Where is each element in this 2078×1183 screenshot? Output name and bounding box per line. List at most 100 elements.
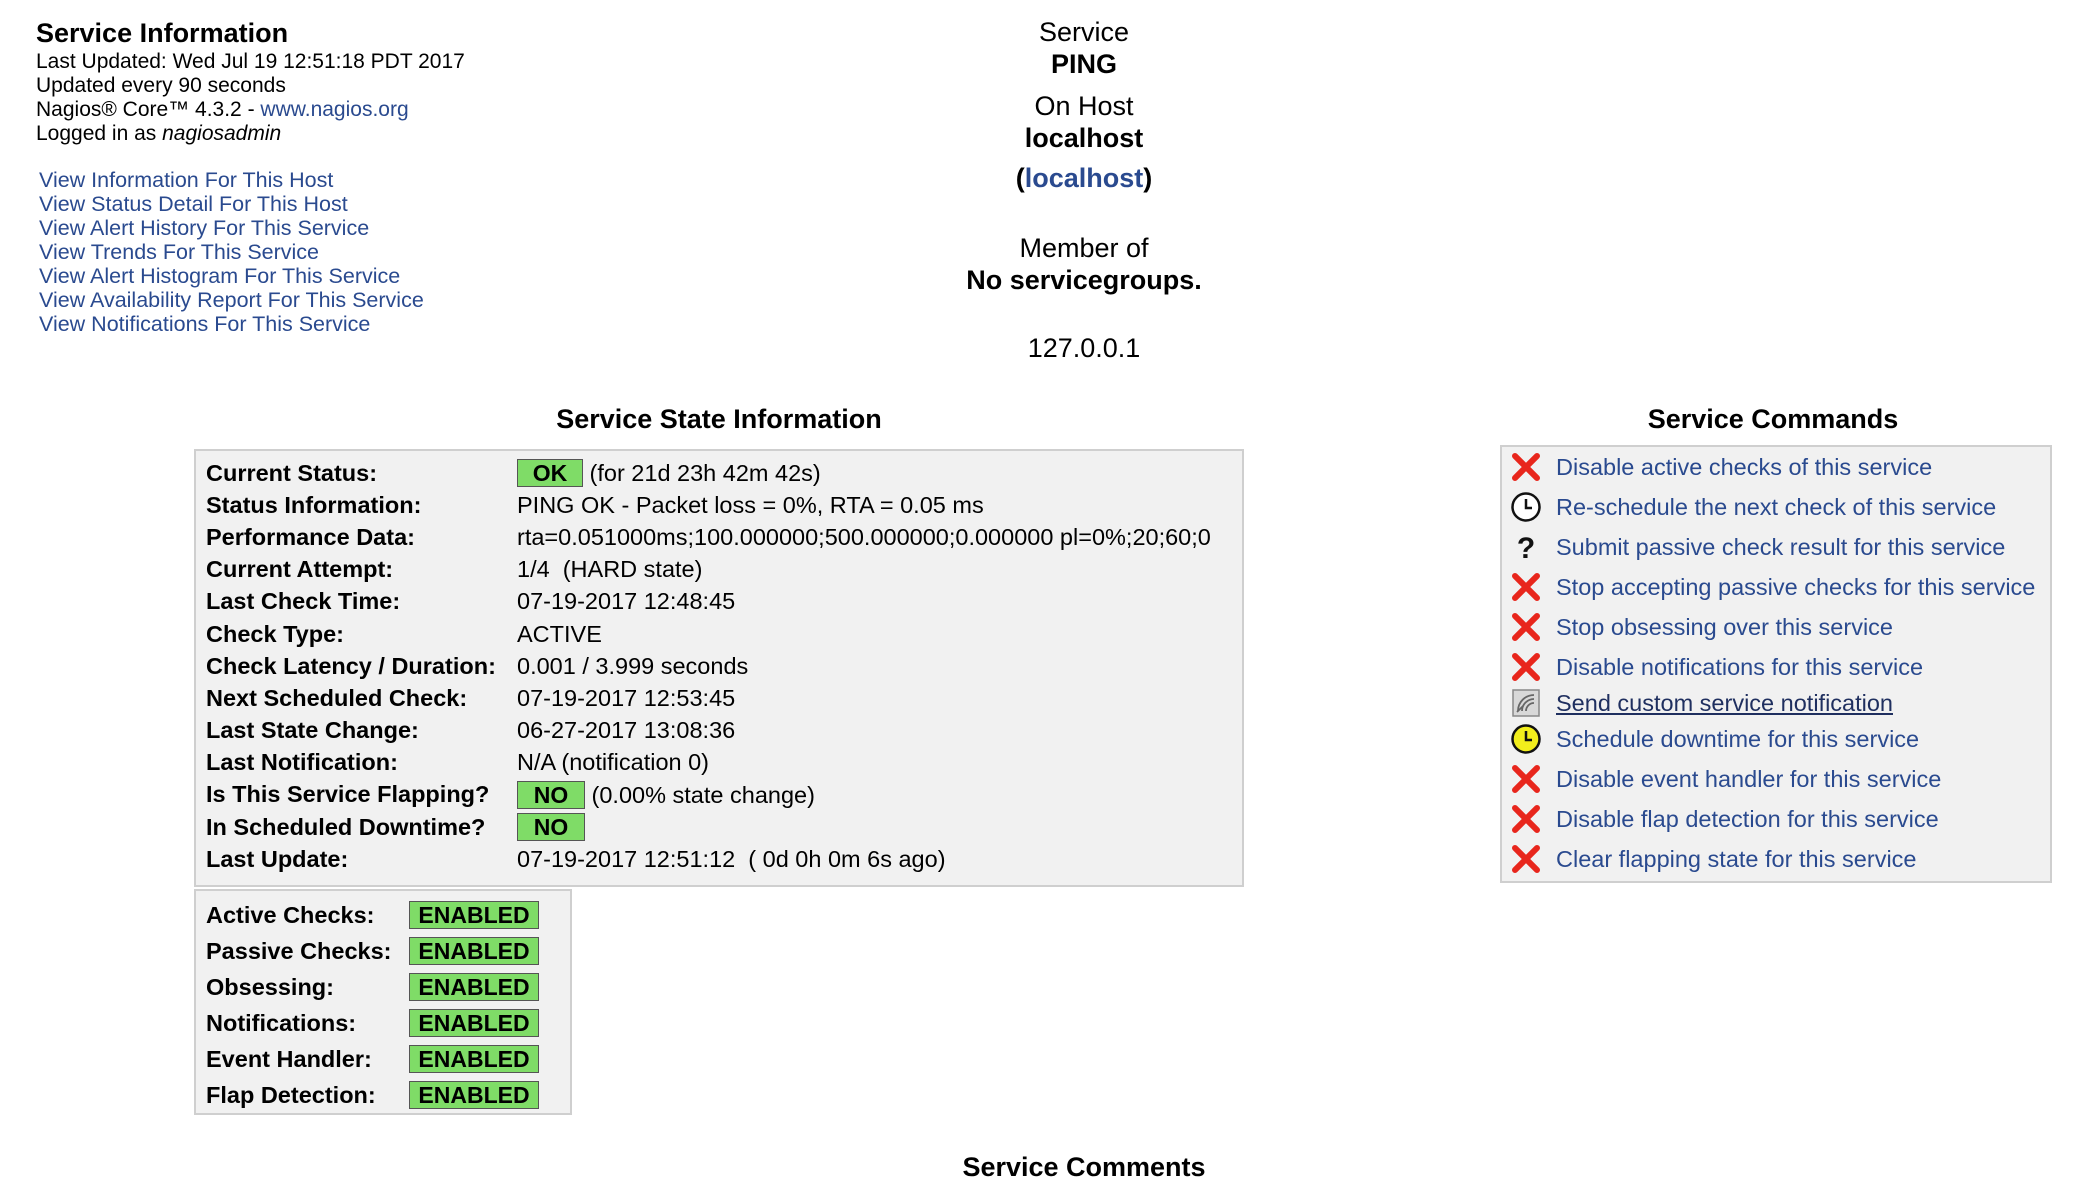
table-row: Obsessing: ENABLED bbox=[206, 969, 539, 1005]
reschedule-check-link[interactable]: Re-schedule the next check of this servi… bbox=[1556, 494, 1996, 521]
status-badge: OK bbox=[517, 459, 583, 488]
stop-obsessing-link[interactable]: Stop obsessing over this service bbox=[1556, 614, 1893, 641]
command-row[interactable]: ? Submit passive check result for this s… bbox=[1502, 527, 2050, 567]
host-label: On Host bbox=[1034, 91, 1134, 121]
row-value: NO (0.00% state change) bbox=[517, 779, 1211, 811]
row-key: Last State Change: bbox=[206, 717, 419, 744]
table-row: Status Information: PING OK - Packet loss… bbox=[206, 489, 1211, 521]
command-row[interactable]: Re-schedule the next check of this servi… bbox=[1502, 487, 2050, 527]
red-x-icon bbox=[1508, 649, 1544, 685]
flapping-change: (0.00% state change) bbox=[591, 781, 815, 808]
table-row: Passive Checks: ENABLED bbox=[206, 933, 539, 969]
row-key: Current Attempt: bbox=[206, 556, 394, 583]
red-x-icon bbox=[1508, 449, 1544, 485]
row-key: Is This Service Flapping? bbox=[206, 781, 490, 808]
row-key: Check Type: bbox=[206, 620, 344, 647]
table-row: Active Checks: ENABLED bbox=[206, 897, 539, 933]
svg-text:?: ? bbox=[1517, 532, 1535, 562]
row-value: rta=0.051000ms;100.000000;500.000000;0.0… bbox=[517, 523, 1211, 550]
command-row[interactable]: Disable notifications for this service bbox=[1502, 647, 2050, 687]
red-x-icon bbox=[1508, 569, 1544, 605]
disable-active-checks-link[interactable]: Disable active checks of this service bbox=[1556, 454, 1932, 481]
state-info-title: Service State Information bbox=[556, 404, 882, 434]
status-duration: (for 21d 23h 42m 42s) bbox=[589, 460, 821, 487]
service-label: Service bbox=[1038, 17, 1130, 47]
service-commands-panel: Disable active checks of this service Re… bbox=[1500, 445, 2052, 883]
row-key: In Scheduled Downtime? bbox=[206, 813, 486, 840]
row-key: Next Scheduled Check: bbox=[206, 684, 468, 711]
row-value: 06-27-2017 13:08:36 bbox=[517, 717, 736, 744]
table-row: Last Update: 07-19-2017 12:51:12 ( 0d 0h … bbox=[206, 843, 1211, 875]
flag-badge: ENABLED bbox=[409, 1081, 539, 1109]
clear-flapping-state-link[interactable]: Clear flapping state for this service bbox=[1556, 846, 1917, 873]
command-row[interactable]: Disable active checks of this service bbox=[1502, 447, 2050, 487]
state-info-table: Current Status: OK (for 21d 23h 42m 42s) … bbox=[194, 449, 1244, 887]
stop-passive-checks-link[interactable]: Stop accepting passive checks for this s… bbox=[1556, 574, 2035, 601]
row-value: 07-19-2017 12:48:45 bbox=[517, 588, 736, 615]
table-row: Check Latency / Duration: 0.001 / 3.999 s… bbox=[206, 650, 1211, 682]
row-value: NO bbox=[517, 811, 1211, 843]
flag-badge: ENABLED bbox=[409, 1045, 539, 1073]
command-row[interactable]: Schedule downtime for this service bbox=[1502, 719, 2050, 759]
row-value: 07-19-2017 12:53:45 bbox=[517, 684, 736, 711]
flapping-badge: NO bbox=[517, 780, 585, 809]
row-value: PING OK - Packet loss = 0%, RTA = 0.05 m… bbox=[517, 491, 984, 518]
table-row: Is This Service Flapping? NO (0.00% state… bbox=[206, 779, 1211, 811]
flag-key: Flap Detection: bbox=[206, 1081, 376, 1108]
send-custom-notification-link[interactable]: Send custom service notification bbox=[1556, 690, 1893, 717]
command-row[interactable]: Disable event handler for this service bbox=[1502, 759, 2050, 799]
feature-flags-table: Active Checks: ENABLED Passive Checks: ENA… bbox=[194, 889, 572, 1115]
flag-badge: ENABLED bbox=[409, 1009, 539, 1037]
table-row: Check Type: ACTIVE bbox=[206, 618, 1211, 650]
row-key: Current Status: bbox=[206, 459, 378, 486]
row-key: Last Notification: bbox=[206, 749, 398, 776]
flag-key: Passive Checks: bbox=[206, 937, 392, 964]
submit-passive-result-link[interactable]: Submit passive check result for this ser… bbox=[1556, 534, 2005, 561]
table-row: Last Notification: N/A (notification 0) bbox=[206, 747, 1211, 779]
table-row: Performance Data: rta=0.051000ms;100.0000… bbox=[206, 521, 1211, 553]
member-value: No servicegroups. bbox=[966, 265, 1202, 295]
host-name: localhost bbox=[1024, 123, 1144, 153]
flag-key: Event Handler: bbox=[206, 1045, 372, 1072]
row-value: 1/4 (HARD state) bbox=[517, 556, 703, 583]
table-row: Last State Change: 06-27-2017 13:08:36 bbox=[206, 715, 1211, 747]
table-row: In Scheduled Downtime? NO bbox=[206, 811, 1211, 843]
row-key: Last Check Time: bbox=[206, 588, 401, 615]
service-name: PING bbox=[1050, 49, 1117, 79]
schedule-downtime-link[interactable]: Schedule downtime for this service bbox=[1556, 726, 1919, 753]
table-row: Current Status: OK (for 21d 23h 42m 42s) bbox=[206, 457, 1211, 489]
table-row: Last Check Time: 07-19-2017 12:48:45 bbox=[206, 586, 1211, 618]
table-row: Current Attempt: 1/4 (HARD state) bbox=[206, 554, 1211, 586]
row-key: Last Update: bbox=[206, 845, 349, 872]
row-value: ACTIVE bbox=[517, 620, 602, 647]
command-row[interactable]: Disable flap detection for this service bbox=[1502, 799, 2050, 839]
comments-title: Service Comments bbox=[962, 1152, 1206, 1182]
disable-notifications-link[interactable]: Disable notifications for this service bbox=[1556, 654, 1923, 681]
command-row[interactable]: Stop obsessing over this service bbox=[1502, 607, 2050, 647]
row-value: 07-19-2017 12:51:12 ( 0d 0h 0m 6s ago) bbox=[517, 845, 946, 872]
member-label: Member of bbox=[1019, 233, 1149, 263]
command-row[interactable]: Send custom service notification bbox=[1502, 687, 2050, 719]
row-key: Performance Data: bbox=[206, 523, 415, 550]
downtime-badge: NO bbox=[517, 813, 585, 842]
host-alias-line: (localhost) bbox=[1015, 163, 1153, 193]
table-row: Event Handler: ENABLED bbox=[206, 1041, 539, 1077]
disable-event-handler-link[interactable]: Disable event handler for this service bbox=[1556, 766, 1941, 793]
disable-flap-detection-link[interactable]: Disable flap detection for this service bbox=[1556, 806, 1939, 833]
table-row: Flap Detection: ENABLED bbox=[206, 1077, 539, 1113]
row-value: 0.001 / 3.999 seconds bbox=[517, 652, 749, 679]
commands-title: Service Commands bbox=[1647, 404, 1899, 434]
row-value: OK (for 21d 23h 42m 42s) bbox=[517, 457, 1211, 489]
row-key: Check Latency / Duration: bbox=[206, 652, 496, 679]
clock-icon bbox=[1508, 489, 1544, 525]
command-row[interactable]: Clear flapping state for this service bbox=[1502, 839, 2050, 879]
command-row[interactable]: Stop accepting passive checks for this s… bbox=[1502, 567, 2050, 607]
table-row: Notifications: ENABLED bbox=[206, 1005, 539, 1041]
host-alias-link[interactable]: localhost bbox=[1025, 163, 1144, 193]
red-x-icon bbox=[1508, 841, 1544, 877]
question-icon: ? bbox=[1508, 529, 1544, 565]
red-x-icon bbox=[1508, 801, 1544, 837]
flag-badge: ENABLED bbox=[409, 973, 539, 1001]
flag-key: Notifications: bbox=[206, 1009, 357, 1036]
notification-icon bbox=[1508, 685, 1544, 721]
